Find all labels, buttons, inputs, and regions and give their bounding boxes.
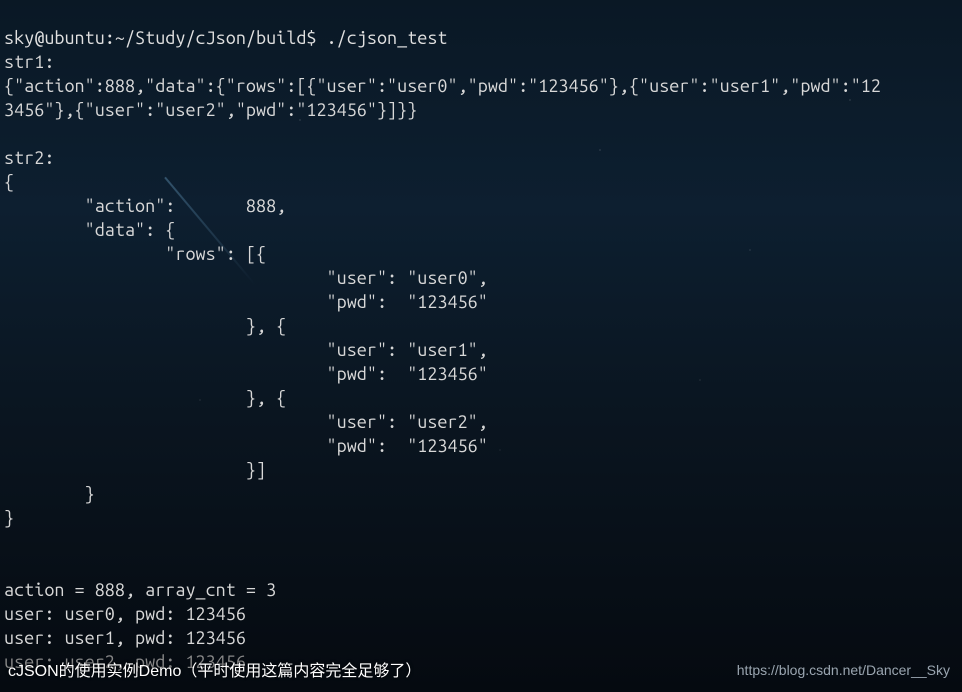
json-line: "action": 888, <box>4 196 286 216</box>
json-line: "pwd": "123456" <box>4 364 488 384</box>
json-line: }] <box>4 460 266 480</box>
json-line: "pwd": "123456" <box>4 436 488 456</box>
json-line: }, { <box>4 388 286 408</box>
str1-label: str1: <box>4 52 54 72</box>
terminal-output: sky@ubuntu:~/Study/cJson/build$ ./cjson_… <box>0 0 962 676</box>
str1-json-line2: 3456"},{"user":"user2","pwd":"123456"}]}… <box>4 100 417 120</box>
summary-line: action = 888, array_cnt = 3 <box>4 580 276 600</box>
str1-json-line1: {"action":888,"data":{"rows":[{"user":"u… <box>4 76 881 96</box>
json-line: } <box>4 508 14 528</box>
json-line: { <box>4 172 14 192</box>
blog-watermark: https://blog.csdn.net/Dancer__Sky <box>737 658 950 682</box>
json-line: "user": "user1", <box>4 340 488 360</box>
json-line: "pwd": "123456" <box>4 292 488 312</box>
json-line: }, { <box>4 316 286 336</box>
json-line: "rows": [{ <box>4 244 266 264</box>
str2-label: str2: <box>4 148 54 168</box>
article-caption: cJSON的使用实例Demo（平时使用这篇内容完全足够了） <box>8 660 421 684</box>
json-line: "data": { <box>4 220 175 240</box>
user-row: user: user1, pwd: 123456 <box>4 628 246 648</box>
user-row: user: user0, pwd: 123456 <box>4 604 246 624</box>
json-line: "user": "user0", <box>4 268 488 288</box>
json-line: "user": "user2", <box>4 412 488 432</box>
shell-prompt-line: sky@ubuntu:~/Study/cJson/build$ ./cjson_… <box>4 28 448 48</box>
json-line: } <box>4 484 95 504</box>
